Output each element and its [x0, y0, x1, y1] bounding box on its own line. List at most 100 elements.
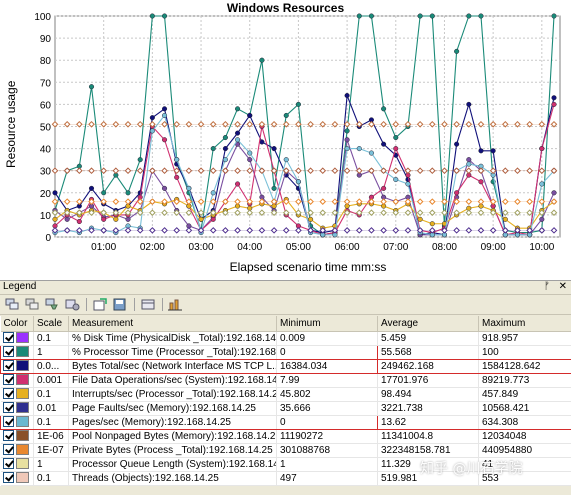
series-point	[381, 106, 387, 112]
series-point	[490, 148, 496, 154]
measurement-cell: File Data Operations/sec (System):192.16…	[68, 373, 277, 388]
visibility-checkbox[interactable]	[2, 374, 14, 386]
hide-all-icon[interactable]	[24, 297, 40, 312]
color-swatch[interactable]	[16, 360, 29, 372]
series-point	[466, 101, 472, 107]
series-point	[52, 190, 58, 196]
scale-cell: 0.0...	[33, 358, 69, 374]
col-header-color[interactable]: Color	[0, 316, 34, 332]
series-point	[88, 84, 95, 90]
series-point	[222, 157, 228, 163]
series-point	[247, 150, 253, 156]
visibility-checkbox[interactable]	[2, 388, 14, 400]
scale-cell: 0.1	[33, 471, 69, 486]
measurement-cell: % Disk Time (PhysicalDisk _Total):192.16…	[68, 331, 277, 346]
color-swatch[interactable]	[15, 472, 29, 484]
legend-row[interactable]: 1E-06 Pool Nonpaged Bytes (Memory):192.16…	[0, 429, 571, 444]
series-point	[417, 13, 423, 19]
visibility-checkbox[interactable]	[2, 444, 14, 456]
show-all-icon[interactable]	[4, 297, 20, 312]
watermark: 知乎 @川石学院	[420, 461, 523, 477]
visibility-checkbox[interactable]	[3, 346, 14, 358]
visibility-checkbox[interactable]	[2, 472, 14, 484]
legend-row[interactable]: 1E-07 Private Bytes (Process _Total):192.…	[0, 443, 571, 458]
col-header-scale[interactable]: Scale	[33, 316, 69, 332]
series-point	[368, 150, 374, 156]
x-tick-label: 05:00	[286, 242, 311, 253]
series-point	[356, 146, 362, 152]
x-tick-label: 09:00	[481, 242, 506, 253]
x-tick-label: 04:00	[237, 242, 262, 253]
average-cell: 55.568	[377, 344, 479, 360]
legend-title: Legend	[3, 281, 37, 292]
color-swatch[interactable]	[15, 430, 29, 442]
minimum-cell: 497	[276, 471, 378, 486]
measurement-cell: Pages/sec (Memory):192.168.14.25	[68, 414, 277, 430]
series-point	[210, 216, 216, 222]
color-swatch[interactable]	[15, 458, 29, 470]
chart-properties-icon[interactable]	[167, 297, 183, 312]
color-swatch[interactable]	[16, 346, 29, 358]
color-swatch[interactable]	[15, 374, 29, 386]
maximum-cell: 89219.773	[478, 373, 571, 388]
y-tick-label: 20	[40, 189, 52, 200]
maximum-cell: 10568.421	[478, 401, 571, 416]
export-icon[interactable]	[92, 297, 108, 312]
average-cell: 249462.168	[377, 358, 479, 374]
y-tick-label: 10	[40, 211, 52, 222]
scale-cell: 1	[33, 344, 69, 360]
legend-row[interactable]: 0.1 Interrupts/sec (Processor _Total):192…	[0, 387, 571, 402]
configure-icon[interactable]	[64, 297, 80, 312]
series-point	[539, 181, 545, 187]
visibility-checkbox[interactable]	[3, 416, 14, 428]
visibility-checkbox[interactable]	[2, 402, 14, 414]
maximum-cell: 1584128.642	[478, 358, 571, 374]
visibility-checkbox[interactable]	[2, 458, 14, 470]
measurement-cell: Threads (Objects):192.168.14.25	[68, 471, 277, 486]
visibility-checkbox[interactable]	[3, 360, 14, 372]
pin-icon[interactable]: ᚠ	[544, 281, 550, 292]
series-point	[161, 106, 168, 112]
visibility-checkbox[interactable]	[2, 430, 14, 442]
legend-row[interactable]: 0.0... Bytes Total/sec (Network Interface…	[0, 358, 571, 374]
color-swatch[interactable]	[16, 416, 29, 428]
color-swatch[interactable]	[15, 402, 29, 414]
series-point	[466, 157, 472, 163]
scale-cell: 1	[33, 457, 69, 472]
series-point	[259, 139, 265, 145]
minimum-cell: 7.99	[276, 373, 378, 388]
save-icon[interactable]	[112, 297, 128, 312]
series-point	[235, 181, 241, 187]
series-point	[429, 221, 435, 227]
series-point	[429, 13, 435, 19]
col-header-maximum[interactable]: Maximum	[478, 316, 571, 332]
legend-row[interactable]: 0.001 File Data Operations/sec (System):1…	[0, 373, 571, 388]
legend-row[interactable]: 0.01 Page Faults/sec (Memory):192.168.14.…	[0, 401, 571, 416]
color-swatch[interactable]	[15, 388, 29, 400]
legend-row[interactable]: 0.1 Pages/sec (Memory):192.168.14.25 0 13.6…	[0, 414, 571, 430]
color-swatch[interactable]	[15, 444, 29, 456]
minimum-cell: 16384.034	[276, 358, 378, 374]
visibility-checkbox[interactable]	[2, 332, 14, 344]
filter-icon[interactable]	[44, 297, 60, 312]
color-swatch[interactable]	[15, 332, 29, 344]
scale-cell: 0.1	[33, 331, 69, 346]
series-point	[393, 176, 399, 183]
series-point	[551, 101, 557, 107]
series-point	[247, 112, 253, 118]
series-point	[356, 13, 362, 19]
col-header-average[interactable]: Average	[377, 316, 479, 332]
series-point	[454, 48, 460, 54]
series-point	[125, 216, 131, 222]
series-point	[283, 157, 289, 163]
scale-cell: 1E-07	[33, 443, 69, 458]
col-header-measurement[interactable]: Measurement	[68, 316, 277, 332]
series-point	[88, 185, 95, 191]
col-header-minimum[interactable]: Minimum	[276, 316, 378, 332]
view-icon[interactable]	[140, 297, 156, 312]
close-icon[interactable]: ✕	[559, 281, 567, 292]
average-cell: 5.459	[377, 331, 479, 346]
legend-toolbar	[0, 295, 571, 315]
legend-row[interactable]: 0.1% Disk Time (PhysicalDisk _Total):192…	[0, 331, 571, 346]
legend-row[interactable]: 1% Processor Time (Processor _Total):192…	[0, 344, 571, 360]
